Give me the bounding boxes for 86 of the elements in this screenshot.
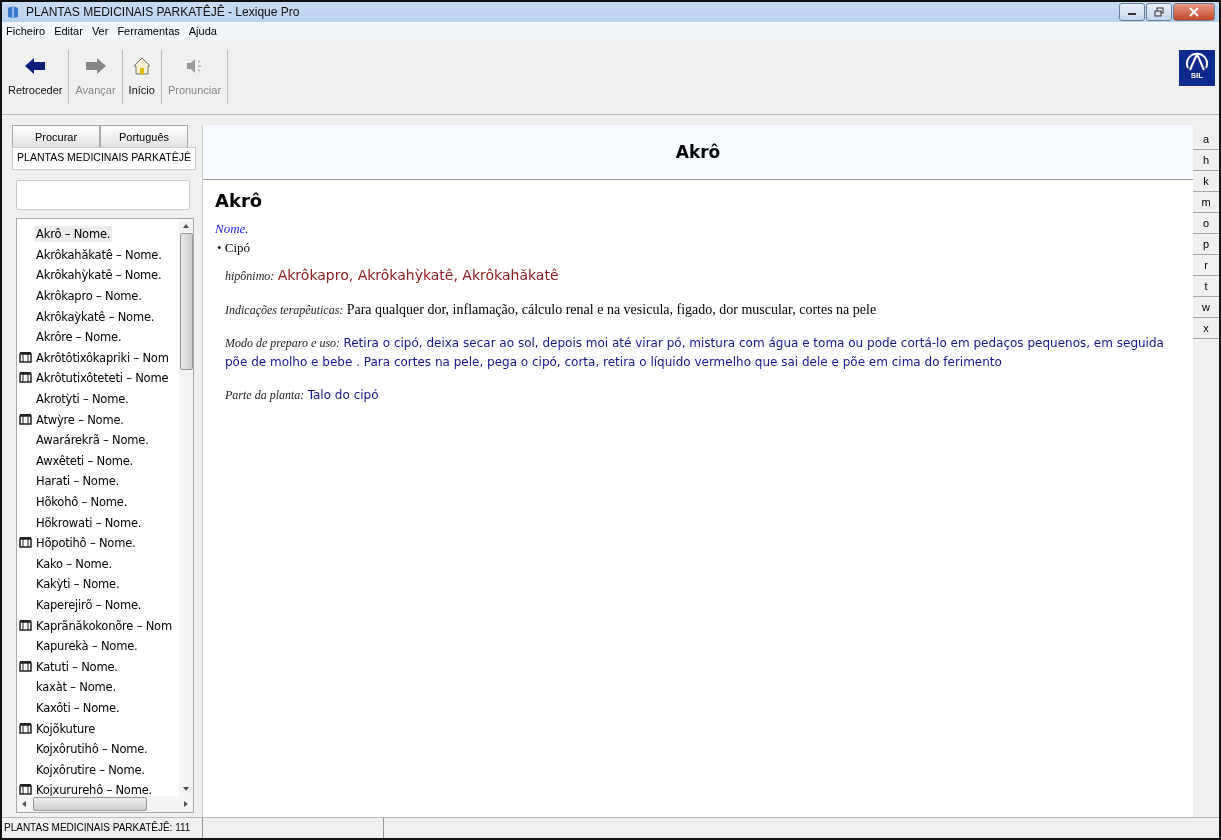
tab[interactable]: Procurar (12, 125, 100, 147)
alphabet-button[interactable]: m (1193, 192, 1219, 213)
field-label: hipônimo: (225, 269, 275, 283)
menu-item[interactable]: Ferramentas (117, 25, 180, 37)
list-item[interactable]: Awxêteti – Nome. (17, 450, 179, 472)
list-item[interactable]: Atwỳre – Nome. (17, 409, 179, 430)
entry-field: Parte da planta: Talo do cipó (225, 386, 1171, 405)
alphabet-button[interactable]: p (1193, 234, 1219, 255)
tab[interactable]: Português (100, 125, 188, 147)
alphabet-button[interactable]: o (1193, 213, 1219, 234)
list-item[interactable]: kaxàt – Nome. (17, 677, 179, 698)
list-item[interactable]: Akrotỳti – Nome. (17, 388, 179, 410)
list-item[interactable]: Kojxôrutire – Nome. (17, 759, 179, 781)
close-button[interactable] (1173, 3, 1215, 21)
part-of-speech: Nome. (215, 221, 250, 237)
panel-title: PLANTAS MEDICINAIS PARKATÊJÊ (12, 147, 196, 170)
status-text: PLANTAS MEDICINAIS PARKATÊJÊ: 111 (2, 818, 203, 838)
window-title: PLANTAS MEDICINAIS PARKATÊJÊ - Lexique Pro (26, 5, 300, 19)
list-item[interactable]: Awarárekrã – Nome. (17, 429, 179, 451)
right-arrow-icon (84, 56, 107, 76)
toolbar-button[interactable]: Retroceder (2, 42, 69, 110)
horizontal-scrollbar[interactable] (17, 796, 193, 812)
film-icon (19, 413, 32, 426)
list-item[interactable]: Kaprãnăkokonõre – Nom (17, 615, 179, 636)
book-icon (6, 5, 20, 19)
scrollbar-thumb[interactable] (179, 233, 193, 370)
right-arrow-icon (183, 800, 189, 808)
menu-item[interactable]: Editar (54, 25, 83, 37)
film-icon (19, 722, 32, 735)
list-item[interactable]: Hõkohô – Nome. (17, 491, 179, 513)
entry-field: Indicações terapêuticas: Para qualquer dor, inflamação, cálculo renal e na vesicula, figado, dor muscular, cortes na pele (225, 300, 1171, 320)
film-icon (19, 372, 32, 385)
up-arrow-icon (182, 223, 190, 229)
film-icon (19, 619, 32, 632)
list-item[interactable]: Kojõkuture (17, 718, 179, 739)
list-item[interactable]: Hõkrowati – Nome. (17, 512, 179, 533)
list-item[interactable]: Akrôkahăkatê – Nome. (17, 244, 179, 266)
alphabet-button[interactable]: h (1193, 150, 1219, 171)
sense-gloss: • Cipó (217, 240, 252, 256)
down-arrow-icon (182, 786, 190, 792)
alphabet-button[interactable]: x (1193, 318, 1219, 339)
list-item[interactable]: Hõpotihô – Nome. (17, 532, 179, 554)
list-item[interactable]: Kaxôti – Nome. (17, 697, 179, 719)
film-icon (19, 784, 32, 796)
entry-field: Modo de preparo e uso: Retira o cipó, deixa secar ao sol, depois moi até virar pó, mistura com água e toma ou pode cortá-lo em pedaços pequenos, em seguida põe de molho e bebe . Para cortes na pele, pega o cipó, corta, retira o líquido vermelho que sai dele e põe em cima do ferimento (225, 334, 1171, 372)
list-item[interactable]: Kakỳti – Nome. (17, 574, 179, 595)
restore-button[interactable] (1146, 3, 1172, 21)
alphabet-button[interactable]: t (1193, 276, 1219, 297)
list-item[interactable]: Harati – Nome. (17, 471, 179, 492)
list-item[interactable]: Katuti – Nome. (17, 656, 179, 678)
house-icon (131, 56, 152, 76)
close-icon (1189, 7, 1199, 17)
list-item[interactable]: Akrôkaỳkatê – Nome. (17, 306, 179, 327)
menu-item[interactable]: Ficheiro (6, 25, 46, 37)
logo: SIL (1179, 50, 1215, 86)
alphabet-button[interactable]: r (1193, 255, 1219, 276)
list-item[interactable]: Akrôtutixôteteti – Nome (17, 368, 179, 389)
headword: Akrô (215, 190, 264, 211)
list-item[interactable]: Akrôre – Nome. (17, 326, 179, 348)
list-item[interactable]: Akrô – Nome. (17, 224, 179, 245)
list-item[interactable]: Kapurekà – Nome. (17, 635, 179, 657)
entry-header: Akrô (203, 125, 1193, 180)
scrollbar[interactable] (179, 219, 193, 796)
film-icon (19, 537, 32, 550)
search-field[interactable] (16, 180, 190, 210)
list-item[interactable]: Kako – Nome. (17, 553, 179, 575)
list-item[interactable]: Akrôtôtixôkapriki – Nom (17, 347, 179, 369)
left-arrow-icon (24, 56, 47, 76)
menu-item[interactable]: Ajuda (188, 25, 217, 37)
alphabet-button[interactable]: a (1193, 129, 1219, 150)
film-icon (19, 660, 32, 673)
toolbar-button[interactable]: Início (122, 42, 161, 110)
list-item[interactable]: Kojxururehô – Nome. (17, 780, 179, 796)
list-item[interactable]: Kojxôrutihô – Nome. (17, 738, 179, 760)
restore-icon (1154, 7, 1164, 17)
film-icon (19, 351, 32, 364)
list-item[interactable]: Akrôkapro – Nome. (17, 285, 179, 307)
scrollbar-thumb[interactable] (33, 797, 147, 811)
left-arrow-icon (21, 800, 27, 808)
alphabet-button[interactable]: k (1193, 171, 1219, 192)
list-item[interactable]: Akrôkahỳkatê – Nome. (17, 265, 179, 286)
menu-item[interactable]: Ver (91, 25, 109, 37)
minimize-button[interactable] (1119, 3, 1145, 21)
list-item[interactable]: Kaperejirõ – Nome. (17, 594, 179, 616)
alphabet-button[interactable]: w (1193, 297, 1219, 318)
cross-reference-link[interactable]: Akrôkapro, Akrôkahỳkatê, Akrôkahăkatê (277, 267, 559, 283)
